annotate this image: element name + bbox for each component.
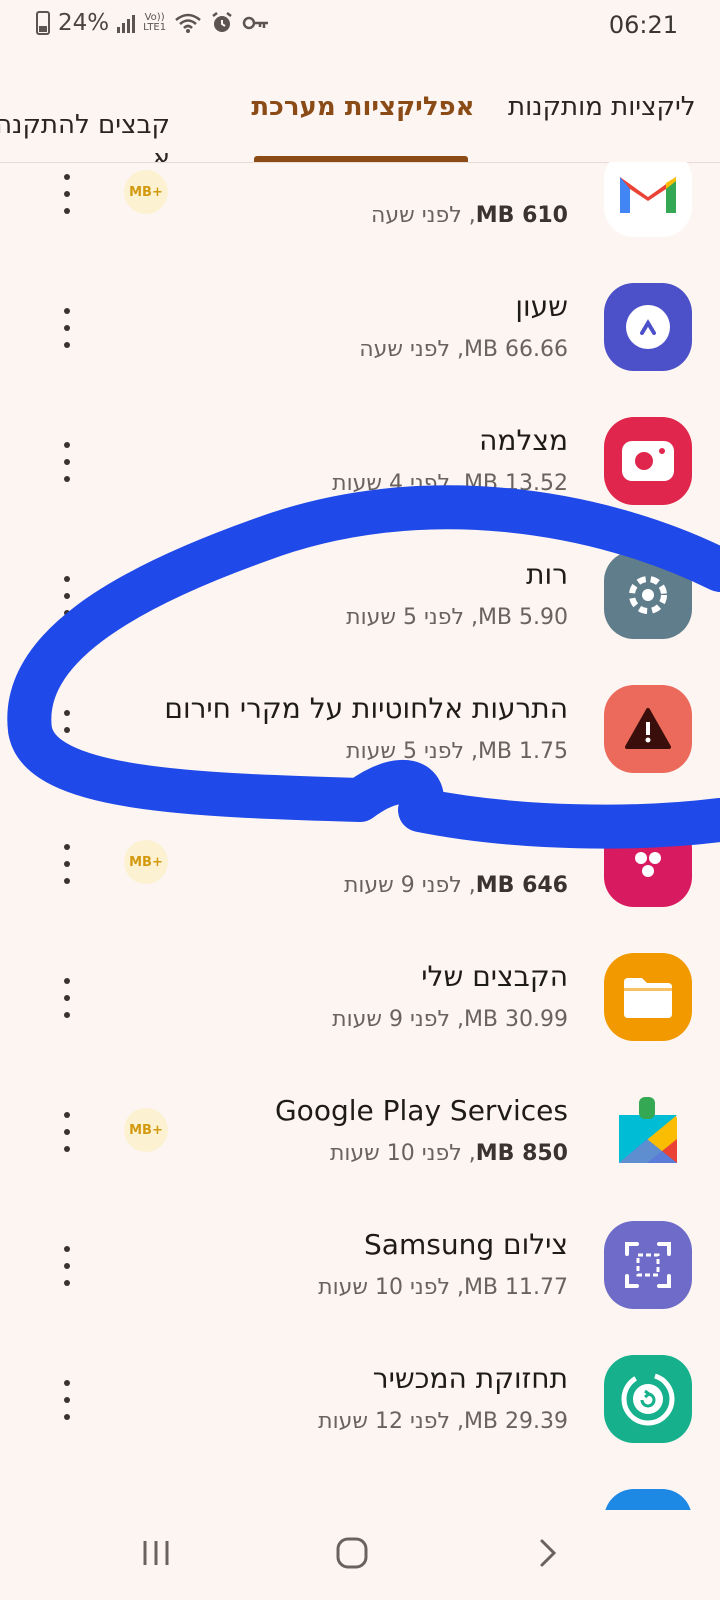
app-name: מצלמה bbox=[479, 424, 568, 457]
tab-label: אפליקציות מערכת bbox=[251, 92, 475, 122]
warning-icon bbox=[604, 685, 692, 773]
more-options-button[interactable] bbox=[58, 978, 76, 1018]
alarm-icon bbox=[212, 12, 232, 32]
clock-icon bbox=[604, 283, 692, 371]
list-item[interactable]: 646 MB, לפני 9 שעות MB+ bbox=[0, 796, 720, 930]
more-options-button[interactable] bbox=[58, 1246, 76, 1286]
mb-plus-badge: MB+ bbox=[124, 840, 168, 884]
vpn-key-icon bbox=[242, 16, 269, 30]
gallery-icon bbox=[604, 819, 692, 907]
app-list: 610 MB, לפני שעה MB+ שעון 66.66 MB, לפני… bbox=[0, 162, 720, 1510]
tab-system-apps[interactable]: אפליקציות מערכת bbox=[248, 52, 478, 162]
app-info: 30.99 MB, לפני 9 שעות bbox=[332, 1007, 568, 1032]
app-info: 13.52 MB, לפני 4 שעות bbox=[332, 471, 568, 496]
settings-icon bbox=[604, 551, 692, 639]
list-item[interactable]: הקבצים שלי 30.99 MB, לפני 9 שעות bbox=[0, 930, 720, 1064]
app-name: התרעות אלחוטיות על מקרי חירום bbox=[164, 692, 568, 725]
app-name: צילום Samsung bbox=[364, 1228, 568, 1261]
app-info: 1.75 MB, לפני 5 שעות bbox=[346, 739, 568, 764]
app-info: 66.66 MB, לפני שעה bbox=[359, 337, 568, 362]
more-options-button[interactable] bbox=[58, 1380, 76, 1420]
more-options-button[interactable] bbox=[58, 308, 76, 348]
list-item[interactable]: צילום Samsung 11.77 MB, לפני 10 שעות bbox=[0, 1198, 720, 1332]
clock-time: 06:21 bbox=[608, 11, 678, 39]
app-name: שעון bbox=[515, 290, 568, 323]
list-item-partial[interactable] bbox=[0, 1466, 720, 1510]
camera-icon bbox=[604, 417, 692, 505]
list-item[interactable]: 610 MB, לפני שעה MB+ bbox=[0, 162, 720, 260]
recent-apps-button[interactable] bbox=[126, 1528, 186, 1578]
list-item[interactable]: תחזוקת המכשיר 29.39 MB, לפני 12 שעות bbox=[0, 1332, 720, 1466]
screenshot-icon bbox=[604, 1221, 692, 1309]
tab-label: ליקציות מותקנות bbox=[508, 92, 696, 122]
home-button[interactable] bbox=[322, 1528, 382, 1578]
back-button[interactable] bbox=[518, 1528, 578, 1578]
app-info: 850 MB, לפני 10 שעות bbox=[329, 1141, 568, 1166]
app-icon bbox=[604, 1489, 692, 1510]
signal-icon bbox=[117, 13, 136, 33]
home-icon bbox=[336, 1537, 368, 1569]
list-item[interactable]: Google Play Services 850 MB, לפני 10 שעו… bbox=[0, 1064, 720, 1198]
back-icon bbox=[540, 1539, 557, 1567]
app-name: Google Play Services bbox=[274, 1094, 568, 1127]
list-item[interactable]: מצלמה 13.52 MB, לפני 4 שעות bbox=[0, 394, 720, 528]
puzzle-icon bbox=[604, 1087, 692, 1175]
more-options-button[interactable] bbox=[58, 710, 76, 750]
list-item[interactable]: רות 5.90 MB, לפני 5 שעות bbox=[0, 528, 720, 662]
tab-installed-apps[interactable]: ליקציות מותקנות bbox=[508, 52, 720, 162]
app-info: 646 MB, לפני 9 שעות bbox=[343, 873, 568, 898]
tab-label-line2: א bbox=[152, 144, 170, 163]
app-info: 5.90 MB, לפני 5 שעות bbox=[346, 605, 568, 630]
mb-plus-badge: MB+ bbox=[124, 1108, 168, 1152]
app-name: תחזוקת המכשיר bbox=[372, 1362, 568, 1395]
device-care-icon bbox=[604, 1355, 692, 1443]
navigation-bar bbox=[0, 1510, 720, 1600]
more-options-button[interactable] bbox=[58, 576, 76, 616]
wifi-icon bbox=[175, 13, 201, 33]
tab-install-files[interactable]: קבצים להתקנה א bbox=[0, 52, 170, 163]
more-options-button[interactable] bbox=[58, 174, 76, 214]
more-options-button[interactable] bbox=[58, 844, 76, 884]
app-name: רות bbox=[526, 558, 568, 591]
app-name: הקבצים שלי bbox=[421, 960, 568, 993]
mb-plus-badge: MB+ bbox=[124, 170, 168, 214]
app-info: 29.39 MB, לפני 12 שעות bbox=[318, 1409, 568, 1434]
tab-bar: ליקציות מותקנות אפליקציות מערכת קבצים לה… bbox=[0, 52, 720, 163]
app-info: 610 MB, לפני שעה bbox=[371, 203, 568, 228]
gmail-icon bbox=[604, 162, 692, 237]
battery-icon bbox=[36, 11, 50, 35]
tab-label: קבצים להתקנה bbox=[0, 110, 170, 140]
recents-icon bbox=[143, 1541, 169, 1565]
more-options-button[interactable] bbox=[58, 1112, 76, 1152]
status-bar: 24% Vo)) LTE1 06:21 bbox=[0, 0, 720, 52]
battery-percent: 24% bbox=[58, 10, 110, 36]
volte-icon: Vo)) LTE1 bbox=[143, 12, 167, 33]
list-item[interactable]: שעון 66.66 MB, לפני שעה bbox=[0, 260, 720, 394]
list-item[interactable]: התרעות אלחוטיות על מקרי חירום 1.75 MB, ל… bbox=[0, 662, 720, 796]
status-icons: 24% Vo)) LTE1 bbox=[36, 10, 270, 36]
more-options-button[interactable] bbox=[58, 442, 76, 482]
app-info: 11.77 MB, לפני 10 שעות bbox=[318, 1275, 568, 1300]
folder-icon bbox=[604, 953, 692, 1041]
